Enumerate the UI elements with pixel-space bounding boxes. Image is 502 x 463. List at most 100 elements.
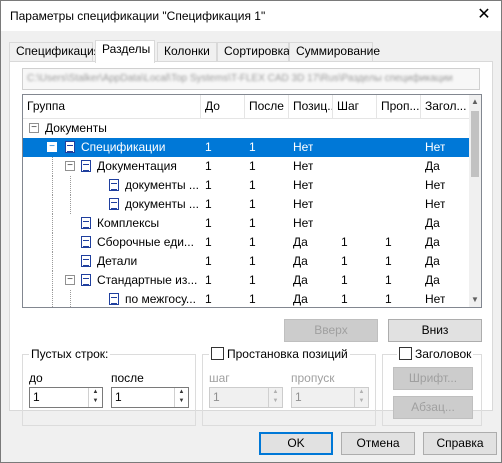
col-header-group[interactable]: Группа	[23, 95, 201, 119]
tree-line	[52, 252, 53, 271]
table-row[interactable]: Комплексы 1 1 Нет Да	[23, 214, 471, 233]
scroll-down-icon[interactable]: ▼	[469, 293, 481, 307]
vertical-scrollbar[interactable]: ▲ ▼	[469, 95, 481, 307]
col-header-before[interactable]: До	[201, 95, 245, 119]
help-button[interactable]: Справка	[423, 432, 497, 455]
spin-down-icon[interactable]: ▼	[175, 397, 188, 406]
tab-sorting[interactable]: Сортировка	[217, 42, 290, 62]
path-value: C:\Users\Stalker\AppData\Local\Top Syste…	[27, 73, 453, 84]
close-icon[interactable]: ✕	[467, 1, 501, 31]
ok-button[interactable]: OK	[259, 432, 333, 455]
row-position: Да	[293, 235, 308, 249]
scroll-thumb[interactable]	[471, 111, 479, 177]
row-position: Нет	[293, 140, 314, 154]
document-icon	[81, 255, 91, 267]
row-name: по межгосу...	[125, 292, 196, 306]
spin-up-icon[interactable]: ▲	[175, 388, 188, 397]
sections-panel: C:\Users\Stalker\AppData\Local\Top Syste…	[9, 61, 493, 426]
col-header-step[interactable]: Шаг	[333, 95, 377, 119]
row-before: 1	[205, 178, 212, 192]
collapse-icon[interactable]: −	[47, 142, 57, 152]
row-heading: Нет	[425, 197, 446, 211]
heading-checkbox[interactable]	[399, 347, 412, 360]
spin-up-icon[interactable]: ▲	[355, 388, 368, 397]
positions-title-wrap[interactable]: Простановка позиций	[209, 347, 350, 361]
collapse-icon[interactable]: −	[65, 161, 75, 171]
tab-strip: Спецификация Разделы Колонки Сортировка …	[9, 40, 489, 63]
table-row[interactable]: − Документы	[23, 119, 471, 138]
col-header-after[interactable]: После	[245, 95, 289, 119]
collapse-icon[interactable]: −	[65, 275, 75, 285]
tab-summation[interactable]: Суммирование	[289, 42, 380, 62]
row-before: 1	[205, 292, 212, 306]
row-after: 1	[249, 273, 256, 287]
row-step: 1	[341, 235, 348, 249]
col-header-position[interactable]: Позиц...	[289, 95, 333, 119]
move-up-button[interactable]: Вверх	[284, 319, 378, 342]
heading-title: Заголовок	[415, 347, 472, 361]
tab-sections[interactable]: Разделы	[95, 40, 155, 63]
table-row[interactable]: Сборочные еди... 1 1 Да 1 1 Да	[23, 233, 471, 252]
heading-title-wrap[interactable]: Заголовок	[397, 347, 474, 361]
row-before: 1	[205, 140, 212, 154]
row-skip: 1	[385, 273, 392, 287]
skip-spinner[interactable]: 1 ▲ ▼	[291, 387, 369, 408]
row-skip: 1	[385, 292, 392, 306]
empty-after-value: 1	[115, 390, 122, 404]
font-button[interactable]: Шрифт...	[393, 367, 473, 390]
heading-group: Заголовок Шрифт... Абзац...	[382, 347, 482, 426]
row-position: Нет	[293, 178, 314, 192]
row-heading: Да	[425, 273, 440, 287]
document-icon	[81, 274, 91, 286]
row-name: документы ...	[125, 178, 199, 192]
title-bar: Параметры спецификации "Спецификация 1" …	[1, 1, 501, 31]
spin-down-icon[interactable]: ▼	[355, 397, 368, 406]
row-before: 1	[205, 197, 212, 211]
skip-value: 1	[295, 390, 302, 404]
col-header-heading[interactable]: Загол...	[421, 95, 471, 119]
table-row[interactable]: Детали 1 1 Да 1 1 Да	[23, 252, 471, 271]
table-row[interactable]: по межгосу... 1 1 Да 1 1 Нет	[23, 290, 471, 307]
empty-before-spinner[interactable]: 1 ▲ ▼	[29, 387, 103, 408]
row-after: 1	[249, 235, 256, 249]
spin-up-icon[interactable]: ▲	[89, 388, 102, 397]
step-spinner[interactable]: 1 ▲ ▼	[209, 387, 283, 408]
path-field[interactable]: C:\Users\Stalker\AppData\Local\Top Syste…	[22, 68, 480, 90]
positions-checkbox[interactable]	[211, 347, 224, 360]
paragraph-button[interactable]: Абзац...	[393, 396, 473, 419]
spin-down-icon[interactable]: ▼	[89, 397, 102, 406]
document-icon	[109, 293, 119, 305]
table-row[interactable]: − Спецификации 1 1 Нет Нет	[23, 138, 471, 157]
tree-line	[52, 195, 53, 214]
row-after: 1	[249, 216, 256, 230]
sections-tree-list[interactable]: Группа До После Позиц... Шаг Проп... Заг…	[22, 94, 482, 308]
row-skip: 1	[385, 235, 392, 249]
row-name: документы ...	[125, 197, 199, 211]
table-row[interactable]: документы ... 1 1 Нет Нет	[23, 176, 471, 195]
row-step: 1	[341, 254, 348, 268]
cancel-button[interactable]: Отмена	[341, 432, 415, 455]
spin-up-icon[interactable]: ▲	[269, 388, 282, 397]
positions-title: Простановка позиций	[227, 347, 348, 361]
table-row[interactable]: − Стандартные из... 1 1 Да 1 1 Да	[23, 271, 471, 290]
document-icon	[81, 217, 91, 229]
row-position: Да	[293, 254, 308, 268]
tab-columns[interactable]: Колонки	[157, 42, 217, 62]
row-after: 1	[249, 197, 256, 211]
row-heading: Нет	[425, 178, 446, 192]
collapse-icon[interactable]: −	[29, 123, 39, 133]
table-row[interactable]: документы ... 1 1 Нет Нет	[23, 195, 471, 214]
tree-line	[70, 290, 71, 307]
positions-group: Простановка позиций шаг пропуск 1 ▲ ▼ 1 …	[202, 347, 376, 426]
empty-rows-title: Пустых строк:	[29, 347, 111, 361]
row-name: Спецификации	[81, 140, 166, 154]
tab-specification[interactable]: Спецификация	[9, 42, 100, 62]
row-name: Стандартные из...	[97, 273, 198, 287]
scroll-up-icon[interactable]: ▲	[469, 95, 481, 109]
spin-down-icon[interactable]: ▼	[269, 397, 282, 406]
empty-after-spinner[interactable]: 1 ▲ ▼	[111, 387, 189, 408]
tree-line	[52, 271, 53, 290]
move-down-button[interactable]: Вниз	[388, 319, 482, 342]
col-header-skip[interactable]: Проп...	[377, 95, 421, 119]
table-row[interactable]: − Документация 1 1 Нет Да	[23, 157, 471, 176]
